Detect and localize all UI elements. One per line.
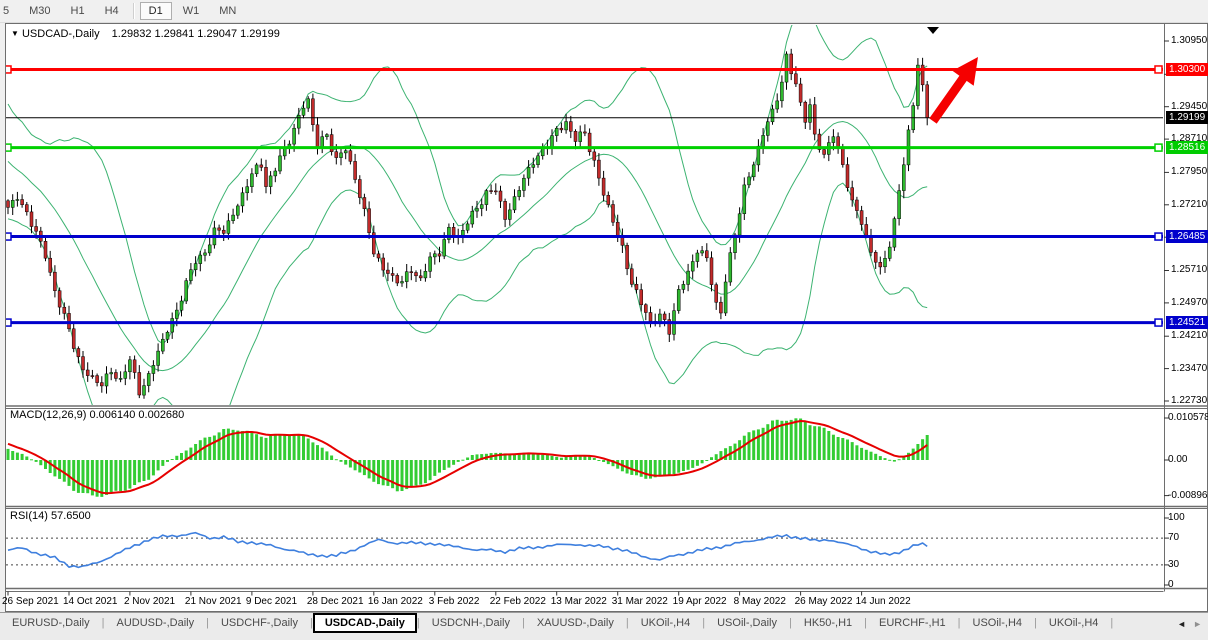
chart-tab-ukoil-h4[interactable]: UKOil-,H4 xyxy=(1037,613,1111,632)
chart-symbol-label: USDCAD-,Daily xyxy=(22,28,100,40)
rsi-indicator-label: RSI(14) 57.6500 xyxy=(10,510,91,522)
tab-scroll-left-icon[interactable]: ◄ xyxy=(1177,619,1186,629)
chart-tab-xauusd-daily[interactable]: XAUUSD-,Daily xyxy=(525,613,626,632)
price-scale-tick: 1.25710 xyxy=(1171,264,1208,275)
tab-separator: | xyxy=(1110,617,1113,629)
macd-scale-tick: 0.00 xyxy=(1168,454,1208,465)
chart-tab-ukoil-h4[interactable]: UKOil-,H4 xyxy=(629,613,703,632)
price-scale-tick: 1.27210 xyxy=(1171,199,1208,210)
price-scale-tick: 1.29450 xyxy=(1171,101,1208,112)
chart-tab-usdcnh-daily[interactable]: USDCNH-,Daily xyxy=(420,613,522,632)
date-axis-label: 21 Nov 2021 xyxy=(185,596,242,607)
price-scale-tick: 1.23470 xyxy=(1171,363,1208,374)
price-chart-svg xyxy=(0,0,1208,640)
rsi-scale-tick: 0 xyxy=(1168,579,1208,590)
price-scale-tick: 1.27950 xyxy=(1171,166,1208,177)
rsi-scale-tick: 70 xyxy=(1168,532,1208,543)
symbol-tab-bar: EURUSD-,Daily|AUDUSD-,Daily|USDCHF-,Dail… xyxy=(0,612,1208,640)
date-axis-label: 13 Mar 2022 xyxy=(551,596,607,607)
date-axis-label: 9 Dec 2021 xyxy=(246,596,297,607)
date-axis-label: 28 Dec 2021 xyxy=(307,596,364,607)
chart-tab-eurchf-h1[interactable]: EURCHF-,H1 xyxy=(867,613,958,632)
chart-tab-eurusd-daily[interactable]: EURUSD-,Daily xyxy=(0,613,102,632)
price-badge-support-blue2-line: 1.24521 xyxy=(1166,316,1208,329)
macd-scale-tick: -0.00896 xyxy=(1168,490,1208,501)
tab-scroll-right-icon[interactable]: ► xyxy=(1193,619,1202,629)
date-axis-label: 22 Feb 2022 xyxy=(490,596,546,607)
chart-tab-usoil-daily[interactable]: USOil-,Daily xyxy=(705,613,789,632)
chart-dropdown-icon[interactable]: ▼ xyxy=(11,29,19,38)
price-badge-support-green-line: 1.28516 xyxy=(1166,141,1208,154)
chart-tab-usoil-h4[interactable]: USOil-,H4 xyxy=(961,613,1035,632)
price-scale-tick: 1.22730 xyxy=(1171,395,1208,406)
chart-title: ▼ USDCAD-,Daily 1.29832 1.29841 1.29047 … xyxy=(11,28,280,40)
date-axis-label: 31 Mar 2022 xyxy=(612,596,668,607)
date-axis-label: 14 Jun 2022 xyxy=(856,596,911,607)
chart-tab-hk50-h1[interactable]: HK50-,H1 xyxy=(792,613,864,632)
date-axis-label: 2 Nov 2021 xyxy=(124,596,175,607)
chart-tab-usdchf-daily[interactable]: USDCHF-,Daily xyxy=(209,613,310,632)
date-axis-label: 16 Jan 2022 xyxy=(368,596,423,607)
rsi-scale-tick: 100 xyxy=(1168,512,1208,523)
rsi-scale-tick: 30 xyxy=(1168,559,1208,570)
price-badge-resistance-line: 1.30300 xyxy=(1166,63,1208,76)
price-scale-tick: 1.24970 xyxy=(1171,297,1208,308)
date-axis-label: 8 May 2022 xyxy=(734,596,786,607)
price-badge-current-price-line: 1.29199 xyxy=(1166,111,1208,124)
chart-tab-audusd-daily[interactable]: AUDUSD-,Daily xyxy=(104,613,206,632)
date-axis-label: 19 Apr 2022 xyxy=(673,596,727,607)
chart-window-frame xyxy=(6,24,1208,612)
chart-ohlc-quote: 1.29832 1.29841 1.29047 1.29199 xyxy=(112,28,280,40)
date-axis-label: 3 Feb 2022 xyxy=(429,596,480,607)
date-axis-label: 26 May 2022 xyxy=(795,596,853,607)
macd-indicator-label: MACD(12,26,9) 0.006140 0.002680 xyxy=(10,409,184,421)
price-scale-tick: 1.24210 xyxy=(1171,330,1208,341)
macd-scale-tick: 0.010578 xyxy=(1168,412,1208,423)
price-scale-tick: 1.30950 xyxy=(1171,35,1208,46)
price-badge-support-blue1-line: 1.26485 xyxy=(1166,230,1208,243)
trading-platform-window: 5M30H1H4D1W1MN ▼ USDCAD-,Daily 1.29832 1… xyxy=(0,0,1208,640)
chart-tab-usdcad-daily[interactable]: USDCAD-,Daily xyxy=(313,613,417,633)
date-axis-label: 26 Sep 2021 xyxy=(2,596,59,607)
date-axis-label: 14 Oct 2021 xyxy=(63,596,117,607)
